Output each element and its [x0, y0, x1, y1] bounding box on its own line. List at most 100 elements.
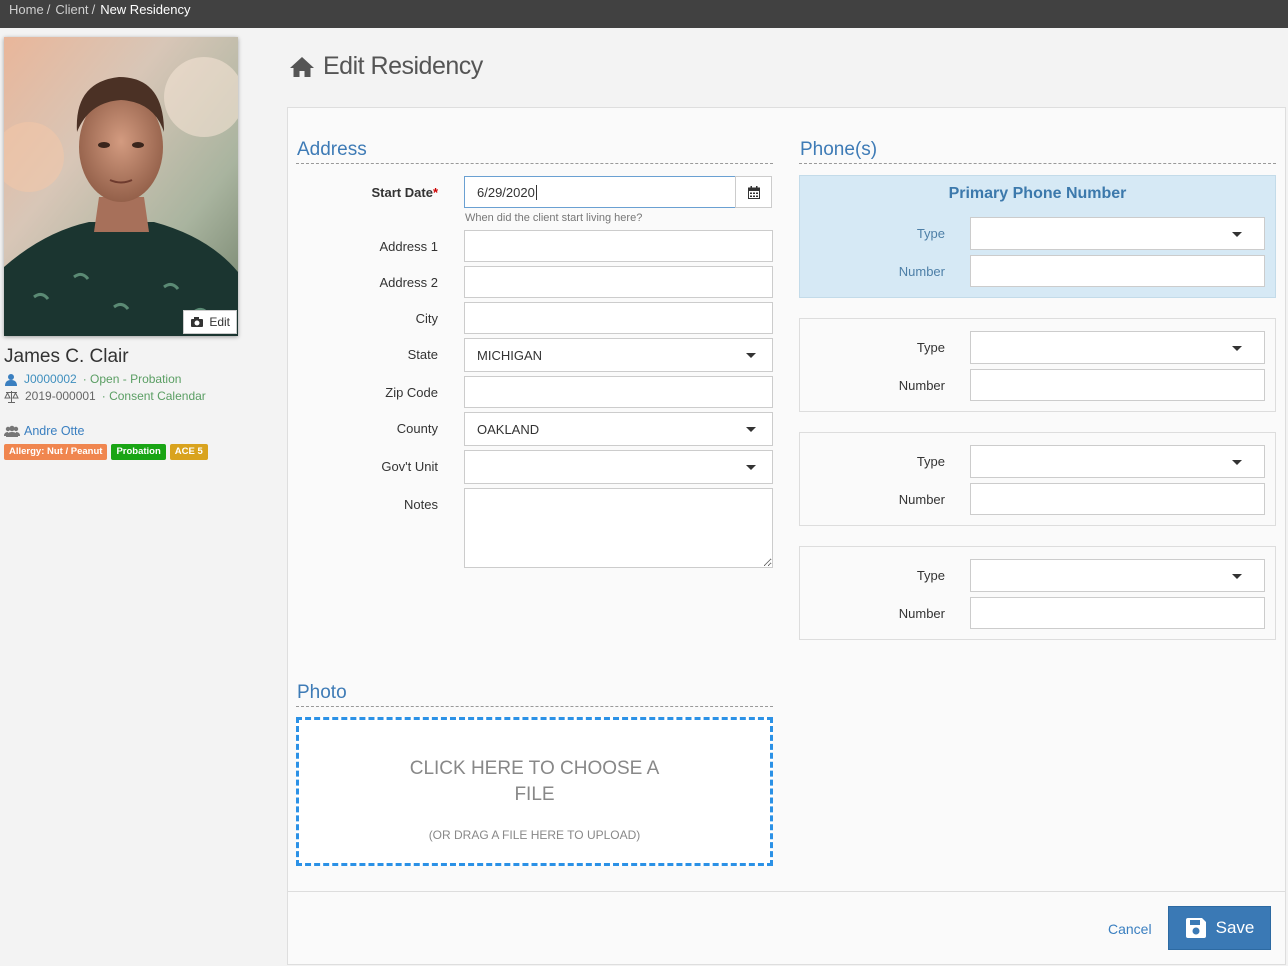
probation-badge: Probation — [111, 444, 166, 460]
required-marker: * — [432, 185, 438, 200]
start-date-label-text: Start Date — [371, 185, 433, 200]
phone-box: Type Number — [799, 318, 1276, 412]
address-divider — [296, 163, 773, 164]
phone-number-label: Number — [898, 378, 945, 393]
start-date-input[interactable]: 6/29/2020 — [464, 176, 736, 208]
phone-type-label: Type — [916, 340, 945, 355]
address2-label: Address 2 — [379, 275, 438, 290]
address1-input[interactable] — [464, 230, 773, 262]
photo-section-title: Photo — [297, 682, 347, 703]
dropzone-subtext: (OR DRAG A FILE HERE TO UPLOAD) — [428, 828, 641, 842]
zip-input[interactable] — [464, 376, 773, 408]
case-type: · Consent Calendar — [101, 389, 206, 403]
start-date-label: Start Date* — [288, 185, 438, 200]
phone-number-input[interactable] — [970, 597, 1265, 629]
page-heading: Edit Residency — [289, 52, 483, 81]
govunit-select[interactable] — [464, 450, 773, 484]
phone-type-label: Type — [916, 454, 945, 469]
notes-textarea[interactable] — [464, 488, 773, 568]
primary-phone-box: Primary Phone Number Type Number — [799, 175, 1276, 298]
city-input[interactable] — [464, 302, 773, 334]
edit-photo-button[interactable]: Edit — [183, 310, 237, 334]
save-button[interactable]: Save — [1168, 906, 1271, 950]
cancel-button[interactable]: Cancel — [1108, 921, 1152, 937]
phone-box: Type Number — [799, 546, 1276, 640]
scale-icon — [4, 390, 19, 403]
client-id-link[interactable]: J0000002 — [24, 372, 77, 386]
breadcrumb-home[interactable]: Home — [9, 2, 44, 17]
breadcrumb-client[interactable]: Client — [55, 2, 88, 17]
state-select[interactable]: MICHIGAN — [464, 338, 773, 372]
dropzone-line-2: FILE — [514, 784, 555, 805]
camera-icon — [191, 317, 204, 327]
breadcrumb-separator: / — [91, 2, 96, 17]
address1-label: Address 1 — [379, 239, 438, 254]
edit-photo-label: Edit — [209, 315, 230, 329]
client-id-line: J0000002 · Open - Probation — [4, 372, 181, 386]
chevron-down-icon — [1232, 459, 1242, 465]
phone-box: Type Number — [799, 432, 1276, 526]
client-name: James C. Clair — [4, 346, 129, 367]
address-section-title: Address — [297, 139, 367, 160]
start-date-value: 6/29/2020 — [477, 184, 535, 200]
chevron-down-icon — [746, 465, 756, 470]
case-line: 2019-000001 · Consent Calendar — [4, 389, 206, 403]
city-label: City — [415, 311, 438, 326]
case-number: 2019-000001 — [25, 389, 96, 403]
text-cursor — [535, 184, 537, 200]
save-label: Save — [1215, 918, 1255, 937]
dropzone-line-1: CLICK HERE TO CHOOSE A — [409, 758, 660, 779]
client-status: · Open - Probation — [82, 372, 182, 386]
notes-label: Notes — [404, 497, 438, 512]
phone-type-select[interactable] — [970, 445, 1265, 478]
phone-type-label: Type — [916, 568, 945, 583]
calendar-icon — [747, 185, 760, 199]
floppy-disk-icon — [1185, 918, 1206, 938]
photo-divider — [296, 706, 773, 707]
caseworker-link[interactable]: Andre Otte — [4, 424, 84, 438]
start-date-help: When did the client start living here? — [465, 212, 643, 224]
dropzone-prompt: CLICK HERE TO CHOOSE A FILE — [299, 756, 770, 808]
state-label: State — [407, 347, 438, 362]
users-icon — [4, 425, 20, 437]
phone-type-select[interactable] — [970, 217, 1265, 250]
allergy-badge: Allergy: Nut / Peanut — [4, 444, 108, 460]
calendar-button[interactable] — [735, 176, 772, 208]
caseworker-name: Andre Otte — [24, 424, 85, 438]
client-portrait-image — [4, 37, 238, 336]
phone-number-input[interactable] — [970, 369, 1265, 401]
county-label: County — [396, 421, 438, 436]
phone-number-label: Number — [898, 492, 945, 507]
user-icon — [5, 373, 17, 386]
chevron-down-icon — [1232, 573, 1242, 579]
address2-input[interactable] — [464, 266, 773, 298]
chevron-down-icon — [1232, 345, 1242, 351]
phones-section-title: Phone(s) — [800, 139, 878, 160]
county-select[interactable]: OAKLAND — [464, 412, 773, 446]
breadcrumb-current: New Residency — [100, 2, 191, 17]
govunit-label: Gov't Unit — [381, 459, 438, 474]
county-value: OAKLAND — [477, 421, 540, 437]
ace-badge: ACE 5 — [169, 444, 208, 460]
page-title: Edit Residency — [323, 52, 483, 80]
client-photo: Edit — [4, 37, 238, 336]
chevron-down-icon — [1232, 231, 1242, 237]
breadcrumb: Home / Client / New Residency — [9, 2, 191, 17]
primary-phone-title: Primary Phone Number — [948, 185, 1127, 202]
phones-divider — [799, 163, 1276, 164]
chevron-down-icon — [746, 353, 756, 358]
phone-number-label: Number — [898, 264, 945, 279]
phone-number-label: Number — [898, 606, 945, 621]
phone-number-input[interactable] — [970, 483, 1265, 515]
phone-type-select[interactable] — [970, 331, 1265, 364]
state-value: MICHIGAN — [477, 347, 542, 363]
zip-label: Zip Code — [385, 385, 438, 400]
form-footer-divider — [288, 891, 1285, 892]
top-bar: Home / Client / New Residency — [0, 0, 1288, 28]
breadcrumb-separator: / — [46, 2, 51, 17]
phone-type-select[interactable] — [970, 559, 1265, 592]
phone-type-label: Type — [916, 226, 945, 241]
photo-dropzone[interactable]: CLICK HERE TO CHOOSE A FILE (OR DRAG A F… — [296, 717, 773, 866]
home-icon — [290, 56, 314, 77]
phone-number-input[interactable] — [970, 255, 1265, 287]
